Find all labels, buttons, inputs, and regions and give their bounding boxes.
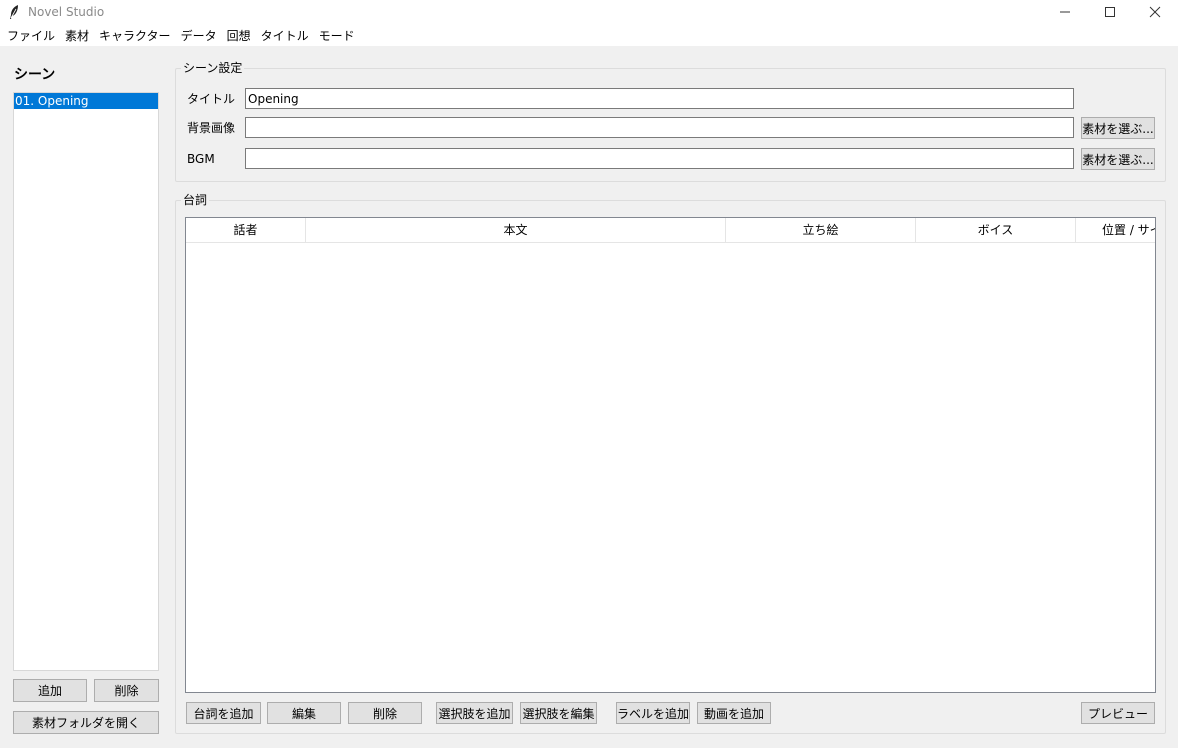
menu-characters[interactable]: キャラクター <box>96 26 178 46</box>
column-header-position-size[interactable]: 位置 / サイ <box>1076 218 1155 243</box>
window-title: Novel Studio <box>28 5 105 19</box>
preview-button[interactable]: プレビュー <box>1081 702 1155 724</box>
menu-title[interactable]: タイトル <box>258 26 316 46</box>
scene-list-item[interactable]: 01. Opening <box>14 93 158 109</box>
bgm-field-label: BGM <box>187 152 215 166</box>
maximize-button[interactable] <box>1087 0 1133 24</box>
menu-mode[interactable]: モード <box>316 26 362 46</box>
background-image-input[interactable] <box>245 117 1074 138</box>
column-header-text[interactable]: 本文 <box>306 218 726 243</box>
minimize-button[interactable] <box>1042 0 1088 24</box>
open-asset-folder-button[interactable]: 素材フォルダを開く <box>13 711 159 734</box>
close-button[interactable] <box>1132 0 1178 24</box>
menu-data[interactable]: データ <box>178 26 224 46</box>
title-bar: Novel Studio <box>0 0 1178 26</box>
scene-heading: シーン <box>14 67 56 83</box>
scene-settings-label: シーン設定 <box>181 61 245 75</box>
table-header: 話者 本文 立ち絵 ボイス 位置 / サイ <box>186 218 1155 243</box>
column-header-speaker[interactable]: 話者 <box>186 218 306 243</box>
edit-choice-button[interactable]: 選択肢を編集 <box>520 702 597 724</box>
delete-scene-button[interactable]: 削除 <box>94 679 159 702</box>
add-scene-button[interactable]: 追加 <box>13 679 87 702</box>
menu-recollection[interactable]: 回想 <box>224 26 258 46</box>
quill-feather-icon <box>8 4 20 20</box>
add-label-button[interactable]: ラベルを追加 <box>616 702 690 724</box>
menu-assets[interactable]: 素材 <box>62 26 96 46</box>
edit-dialogue-button[interactable]: 編集 <box>267 702 341 724</box>
column-header-voice[interactable]: ボイス <box>916 218 1076 243</box>
choose-bgm-button[interactable]: 素材を選ぶ... <box>1081 148 1155 170</box>
background-field-label: 背景画像 <box>187 121 236 135</box>
menu-file[interactable]: ファイル <box>4 26 62 46</box>
title-input[interactable] <box>245 88 1074 109</box>
bgm-input[interactable] <box>245 148 1074 169</box>
column-header-portrait[interactable]: 立ち絵 <box>726 218 916 243</box>
delete-dialogue-button[interactable]: 削除 <box>348 702 422 724</box>
add-choice-button[interactable]: 選択肢を追加 <box>436 702 513 724</box>
choose-background-button[interactable]: 素材を選ぶ... <box>1081 117 1155 139</box>
add-video-button[interactable]: 動画を追加 <box>697 702 771 724</box>
menu-bar: ファイル 素材 キャラクター データ 回想 タイトル モード <box>0 26 1178 46</box>
dialogue-group-label: 台詞 <box>181 193 210 207</box>
scene-list[interactable]: 01. Opening <box>13 92 159 671</box>
dialogue-table[interactable]: 話者 本文 立ち絵 ボイス 位置 / サイ <box>185 217 1156 693</box>
title-field-label: タイトル <box>187 92 236 106</box>
add-dialogue-button[interactable]: 台詞を追加 <box>186 702 261 724</box>
